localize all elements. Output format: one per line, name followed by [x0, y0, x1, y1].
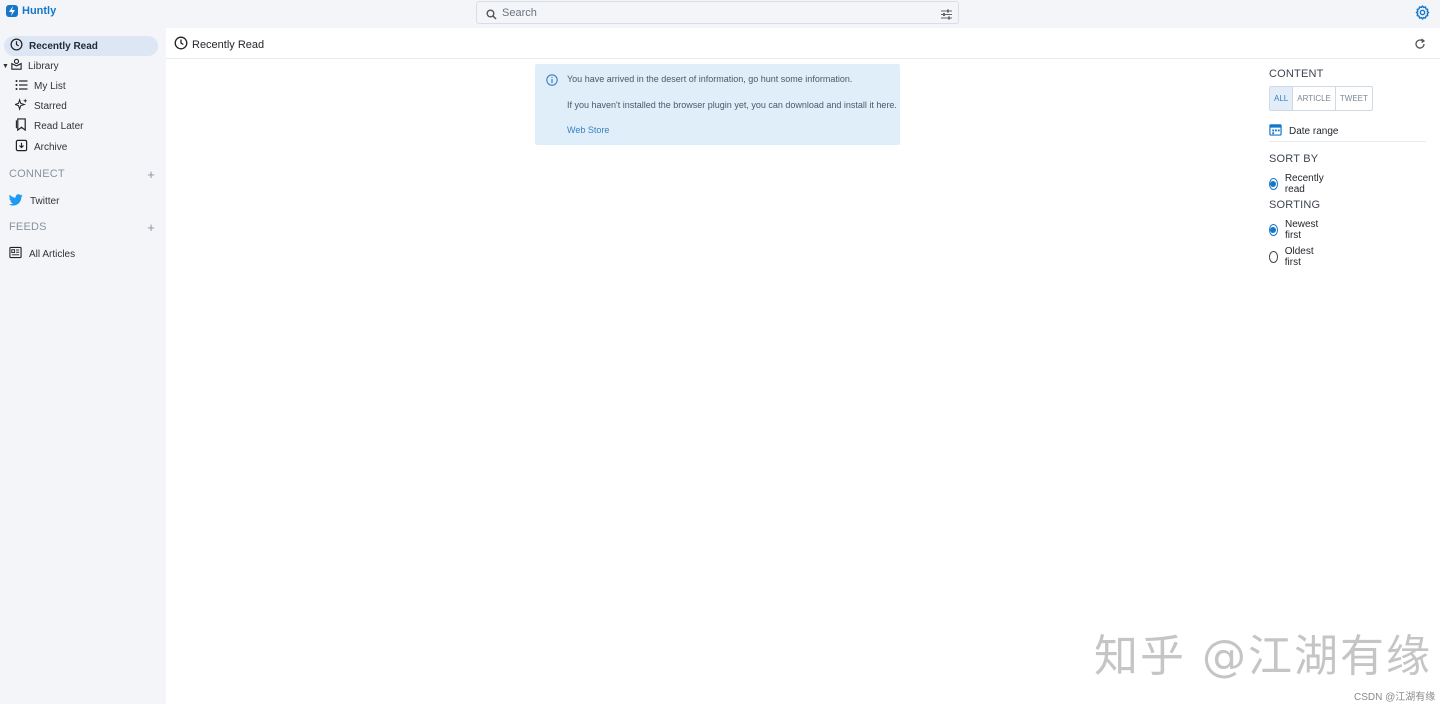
sidebar-item-library[interactable]: ▼ Library: [2, 58, 59, 74]
feeds-section-header: FEEDS +: [9, 221, 155, 234]
csdn-watermark: CSDN @江湖有缘: [1354, 692, 1436, 703]
calendar-icon: [1269, 123, 1282, 139]
connect-heading: CONNECT: [9, 168, 65, 180]
sparkle-icon: [13, 98, 28, 114]
list-icon: [15, 79, 28, 94]
main-header: Recently Read: [166, 28, 1440, 59]
zhihu-watermark: 知乎 @江湖有缘: [1094, 631, 1432, 682]
sidebar-item-label: Read Later: [34, 120, 84, 132]
sidebar-item-all-articles[interactable]: All Articles: [9, 246, 75, 262]
content-type-toggle: ALL ARTICLE TWEET: [1269, 86, 1373, 111]
add-connect-icon[interactable]: +: [147, 168, 155, 181]
sidebar-item-label: Library: [28, 60, 59, 72]
sidebar-item-label: Archive: [34, 141, 68, 153]
sidebar-item-label: My List: [34, 80, 66, 92]
top-bar: Huntly: [0, 0, 1440, 28]
archive-icon: [15, 139, 28, 155]
page-title: Recently Read: [174, 36, 264, 53]
radio-checked-icon: [1269, 178, 1278, 190]
sidebar-item-archive[interactable]: Archive: [15, 138, 67, 156]
page-title-text: Recently Read: [192, 38, 265, 51]
sidebar-item-starred[interactable]: Starred: [13, 97, 67, 115]
sorting-newest-first-radio[interactable]: Newest first: [1269, 219, 1321, 241]
info-message-line-2: If you haven't installed the browser plu…: [567, 100, 897, 110]
sidebar-item-my-list[interactable]: My List: [15, 77, 66, 95]
sidebar-item-recently-read[interactable]: Recently Read: [4, 36, 158, 56]
sidebar-item-twitter[interactable]: Twitter: [8, 193, 60, 209]
sorting-oldest-first-radio[interactable]: Oldest first: [1269, 246, 1317, 268]
content-option-all[interactable]: ALL: [1270, 87, 1294, 110]
empty-state-info-box: You have arrived in the desert of inform…: [535, 64, 900, 145]
search-bar[interactable]: [476, 1, 959, 24]
sidebar: Recently Read ▼ Library My List Starred …: [0, 28, 166, 704]
sort-by-heading: SORT BY: [1269, 153, 1319, 165]
search-input[interactable]: [502, 5, 922, 21]
radio-checked-icon: [1269, 224, 1278, 236]
app-logo[interactable]: Huntly: [6, 5, 56, 17]
caret-down-icon[interactable]: ▼: [2, 63, 10, 70]
radio-label: Oldest first: [1284, 246, 1314, 268]
clock-icon: [174, 36, 188, 53]
sidebar-item-label: Starred: [34, 100, 67, 112]
radio-label: Recently read: [1284, 173, 1324, 195]
info-message-line-1: You have arrived in the desert of inform…: [567, 74, 853, 84]
feeds-heading: FEEDS: [9, 221, 47, 233]
sorting-heading: SORTING: [1269, 199, 1321, 211]
radio-label: Newest first: [1284, 219, 1319, 241]
bookmark-icon: [15, 118, 28, 134]
sort-by-recently-read-radio[interactable]: Recently read: [1269, 173, 1327, 195]
connect-section-header: CONNECT +: [9, 168, 155, 181]
settings-gear-icon[interactable]: [1415, 5, 1430, 25]
library-icon: [10, 58, 23, 74]
date-range-label: Date range: [1289, 125, 1339, 137]
content-option-article[interactable]: ARTICLE: [1293, 87, 1336, 110]
refresh-icon[interactable]: [1414, 37, 1426, 55]
info-icon: [546, 73, 558, 91]
sidebar-item-label: All Articles: [29, 248, 76, 260]
sidebar-item-label: Recently Read: [29, 40, 98, 52]
add-feed-icon[interactable]: +: [147, 221, 155, 234]
date-range-picker[interactable]: Date range: [1269, 121, 1426, 142]
search-icon: [486, 7, 497, 25]
clock-icon: [10, 38, 23, 54]
sidebar-item-label: Twitter: [30, 195, 60, 207]
radio-unchecked-icon: [1269, 251, 1278, 263]
twitter-icon: [8, 193, 23, 209]
filter-sliders-icon[interactable]: [940, 7, 953, 25]
app-name: Huntly: [22, 5, 57, 17]
content-heading: CONTENT: [1269, 68, 1324, 80]
content-option-tweet[interactable]: TWEET: [1336, 87, 1372, 110]
huntly-logo-icon: [6, 5, 18, 17]
newspaper-icon: [9, 246, 22, 262]
sidebar-item-read-later[interactable]: Read Later: [15, 117, 83, 135]
web-store-link[interactable]: Web Store: [567, 125, 609, 135]
